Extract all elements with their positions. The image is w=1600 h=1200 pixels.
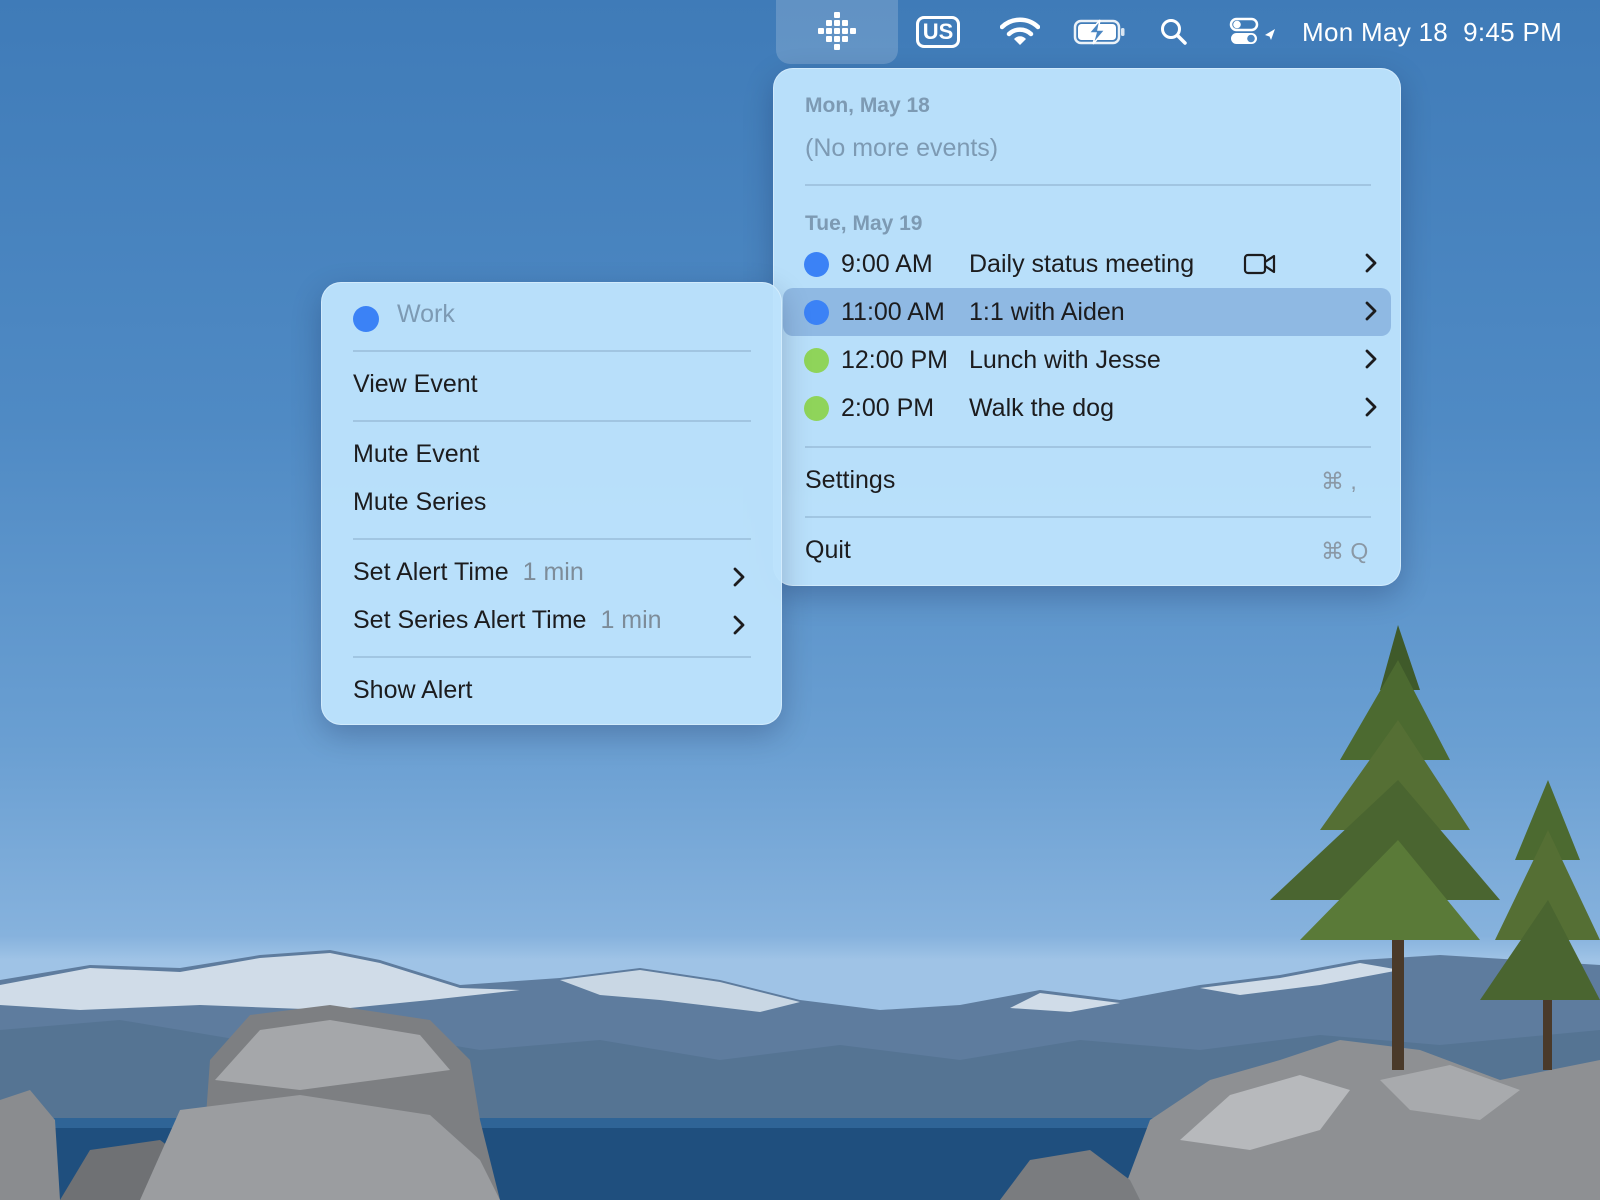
menu-bar: US Mon May 18 9:45 PM bbox=[0, 0, 1600, 64]
chevron-right-icon bbox=[1365, 349, 1377, 369]
video-camera-icon bbox=[1243, 253, 1276, 275]
settings-menu-item[interactable]: Settings bbox=[805, 466, 895, 495]
chevron-right-icon bbox=[1365, 301, 1377, 321]
event-title: Walk the dog bbox=[969, 394, 1114, 422]
clock-date: Mon May 18 bbox=[1302, 16, 1449, 47]
separator bbox=[353, 538, 751, 540]
battery-glyph bbox=[1073, 19, 1125, 45]
event-title: Daily status meeting bbox=[969, 250, 1195, 278]
event-title: Lunch with Jesse bbox=[969, 346, 1161, 374]
event-time: 2:00 PM bbox=[841, 394, 935, 422]
event-title: 1:1 with Aiden bbox=[969, 298, 1125, 326]
battery-charging-icon[interactable] bbox=[1072, 0, 1128, 64]
day-header-tomorrow: Tue, May 19 bbox=[805, 212, 923, 235]
event-row[interactable]: 11:00 AM 1:1 with Aiden bbox=[783, 288, 1391, 336]
set-series-alert-time-menu-item[interactable]: Set Series Alert Time 1 min bbox=[353, 606, 662, 635]
calendar-color-dot bbox=[804, 252, 829, 277]
set-alert-time-label: Set Alert Time bbox=[353, 558, 509, 586]
no-events-label: (No more events) bbox=[805, 134, 999, 162]
events-menu: Mon, May 18 (No more events) Tue, May 19… bbox=[773, 68, 1401, 586]
wifi-icon[interactable] bbox=[994, 0, 1046, 64]
event-row[interactable]: 2:00 PM Walk the dog bbox=[783, 384, 1391, 432]
clock-time: 9:45 PM bbox=[1463, 16, 1563, 47]
event-context-menu: Work View Event Mute Event Mute Series S… bbox=[321, 282, 782, 725]
separator bbox=[353, 350, 751, 352]
spotlight-search-icon[interactable] bbox=[1156, 0, 1192, 64]
search-glyph bbox=[1161, 19, 1187, 45]
event-time: 11:00 AM bbox=[841, 298, 945, 326]
separator bbox=[805, 184, 1371, 186]
dot-grid-icon bbox=[818, 12, 856, 50]
quit-shortcut: ⌘ Q bbox=[1321, 538, 1369, 564]
show-alert-menu-item[interactable]: Show Alert bbox=[353, 676, 473, 705]
separator bbox=[805, 446, 1371, 448]
toggles-glyph bbox=[1229, 17, 1275, 44]
calendar-app-status-icon[interactable] bbox=[776, 0, 898, 64]
day-header-today: Mon, May 18 bbox=[805, 94, 930, 117]
set-alert-time-menu-item[interactable]: Set Alert Time 1 min bbox=[353, 558, 584, 587]
mute-series-menu-item[interactable]: Mute Series bbox=[353, 488, 486, 517]
event-row[interactable]: 9:00 AM Daily status meeting bbox=[783, 240, 1391, 288]
settings-shortcut: ⌘ , bbox=[1321, 468, 1357, 494]
chevron-right-icon bbox=[1365, 253, 1377, 273]
calendar-color-dot bbox=[804, 396, 829, 421]
control-center-icon[interactable] bbox=[1228, 0, 1278, 64]
mute-event-menu-item[interactable]: Mute Event bbox=[353, 440, 479, 469]
calendar-color-dot bbox=[804, 300, 829, 325]
wifi-glyph bbox=[1000, 17, 1040, 45]
view-event-menu-item[interactable]: View Event bbox=[353, 370, 478, 399]
quit-menu-item[interactable]: Quit bbox=[805, 536, 851, 565]
separator bbox=[353, 420, 751, 422]
set-series-alert-time-value: 1 min bbox=[600, 606, 662, 634]
input-source-menu[interactable]: US bbox=[914, 0, 962, 64]
set-alert-time-value: 1 min bbox=[522, 558, 584, 586]
calendar-color-dot bbox=[804, 348, 829, 373]
input-source-label: US bbox=[915, 16, 961, 48]
chevron-right-icon bbox=[733, 615, 745, 635]
event-time: 9:00 AM bbox=[841, 250, 933, 278]
menubar-clock[interactable]: Mon May 18 9:45 PM bbox=[1302, 0, 1572, 64]
chevron-right-icon bbox=[1365, 397, 1377, 417]
event-time: 12:00 PM bbox=[841, 346, 949, 374]
calendar-name-label: Work bbox=[397, 300, 455, 328]
separator bbox=[353, 656, 751, 658]
event-row[interactable]: 12:00 PM Lunch with Jesse bbox=[783, 336, 1391, 384]
calendar-color-dot bbox=[353, 306, 379, 332]
chevron-right-icon bbox=[733, 567, 745, 587]
set-series-alert-time-label: Set Series Alert Time bbox=[353, 606, 587, 634]
separator bbox=[805, 516, 1371, 518]
